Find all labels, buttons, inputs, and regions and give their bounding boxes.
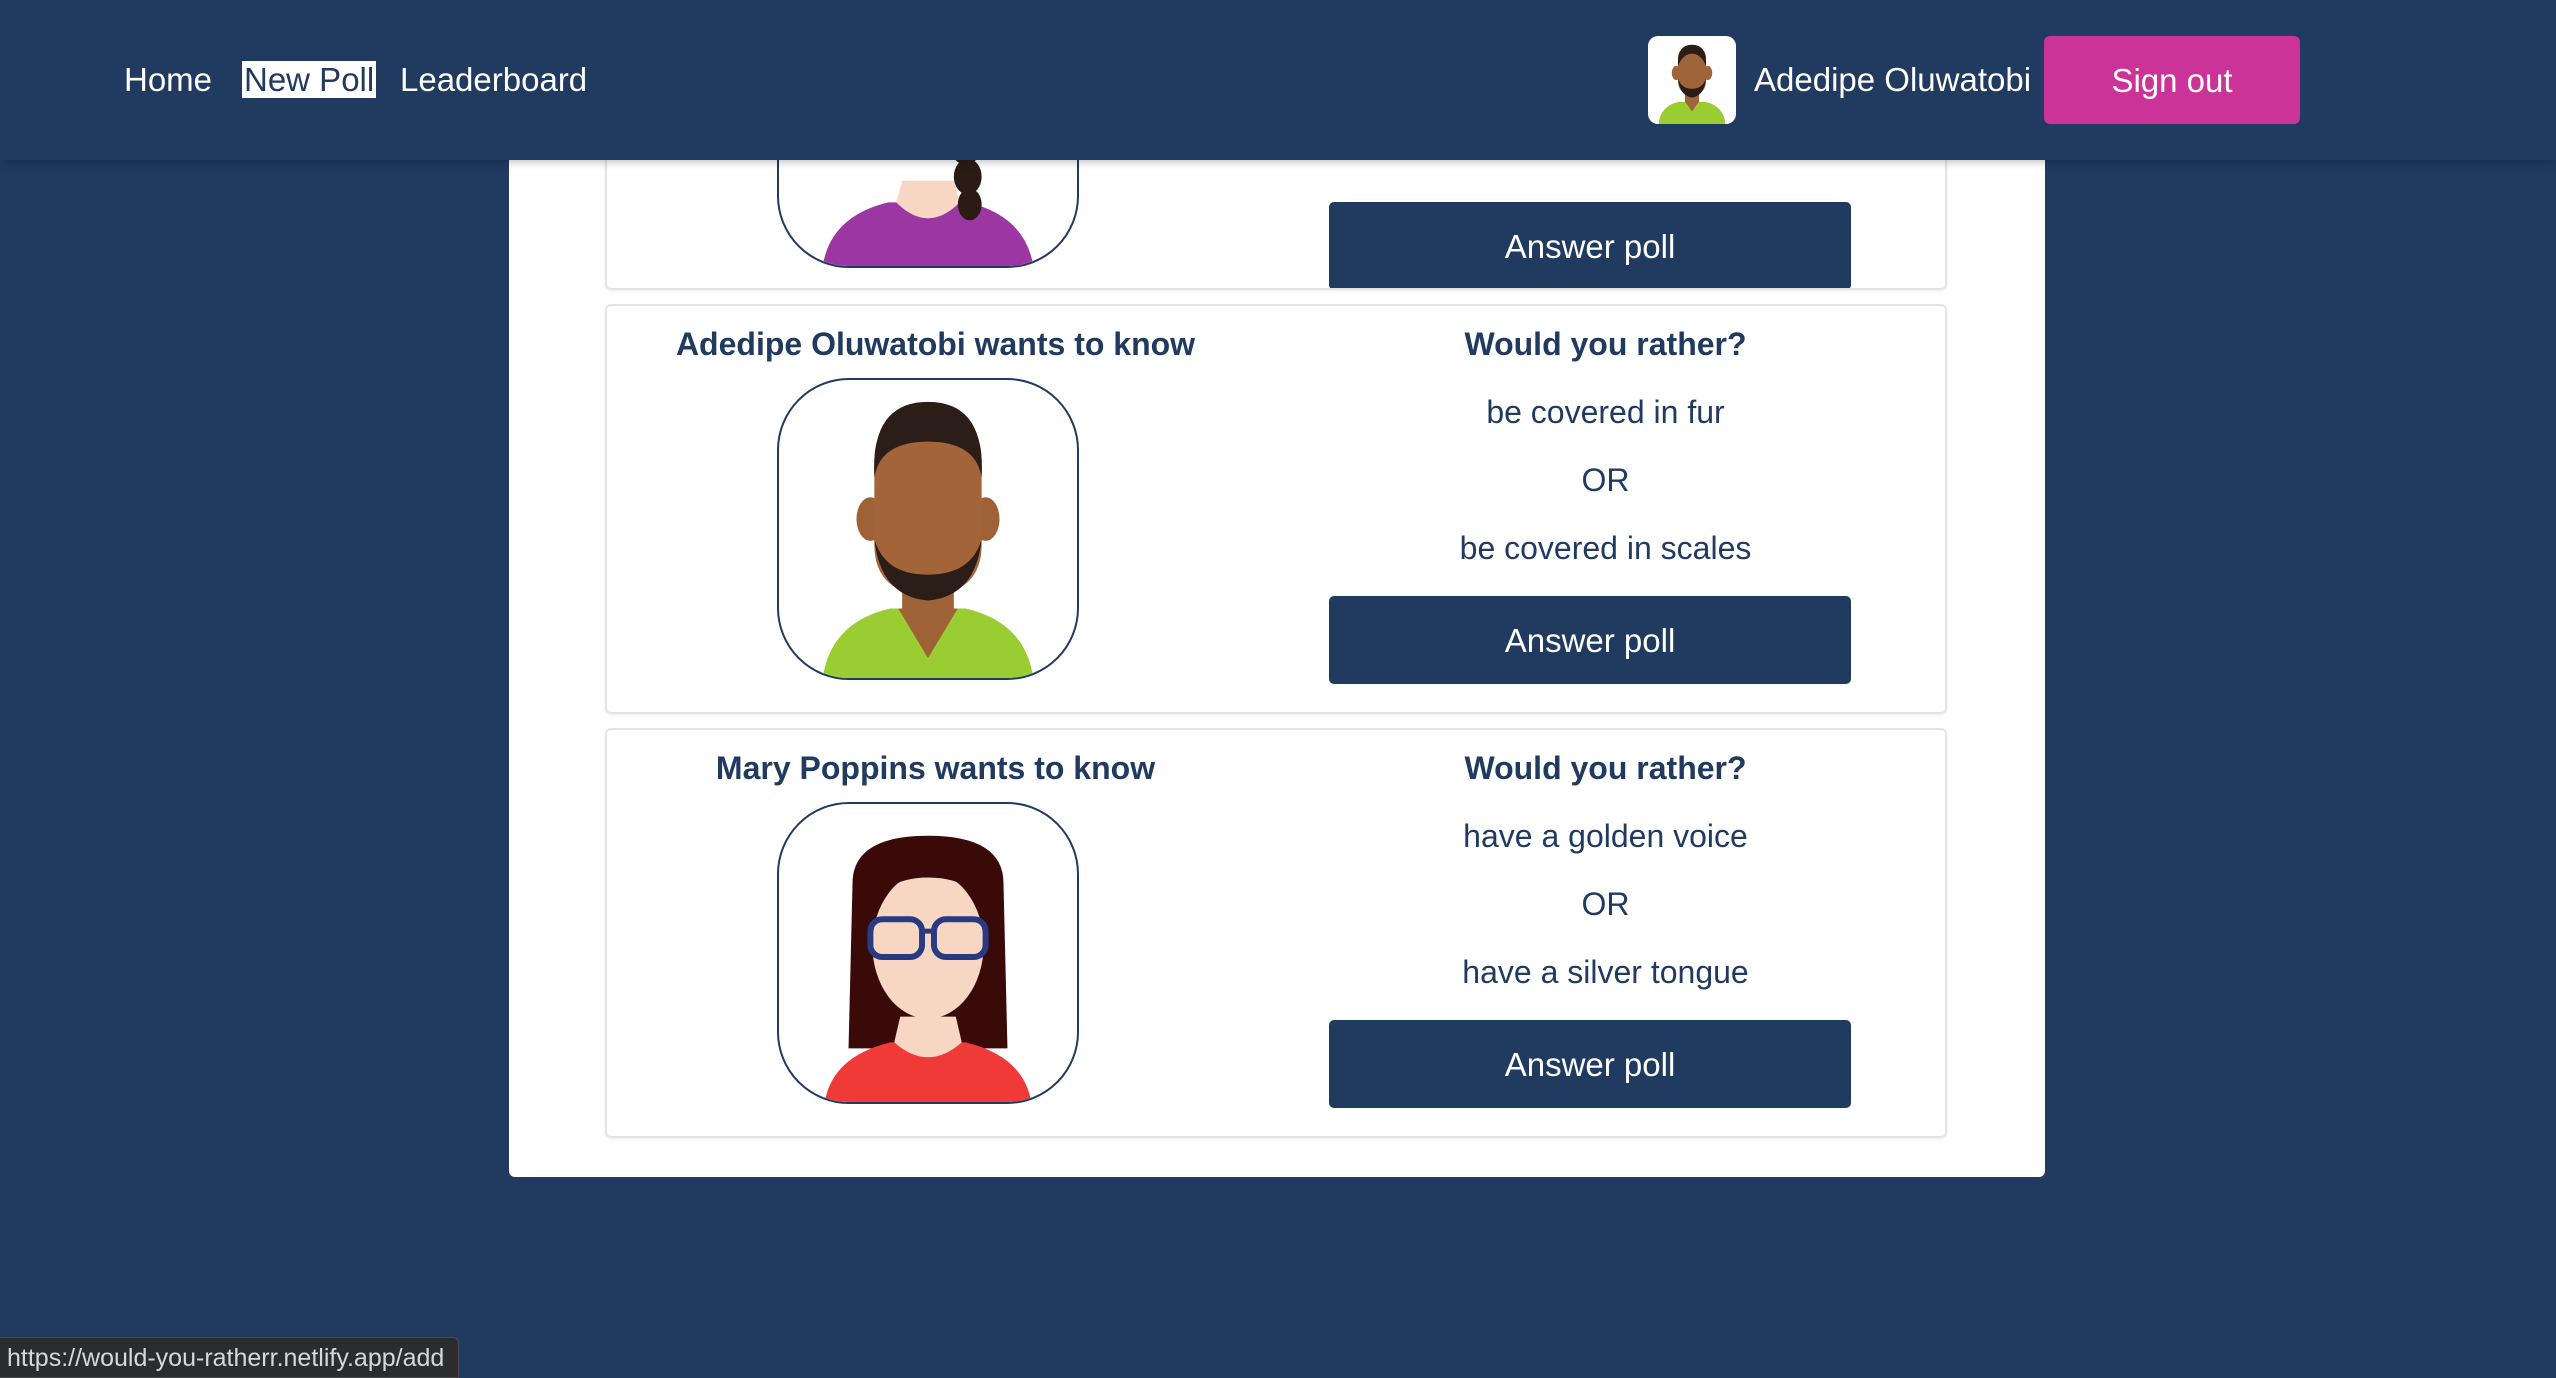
- nav-home-link[interactable]: Home: [124, 56, 212, 104]
- poll-option-a: have a golden voice: [1463, 818, 1748, 854]
- sign-out-button[interactable]: Sign out: [2044, 36, 2300, 124]
- nav-leaderboard-link[interactable]: Leaderboard: [400, 56, 587, 104]
- poll-card: Mary Poppins wants to know Would you rat…: [605, 728, 1947, 1138]
- poll-asker: Mary Poppins wants to know: [715, 750, 1156, 786]
- link-status-bar: https://would-you-ratherr.netlify.app/ad…: [0, 1337, 460, 1378]
- top-navbar: Home New Poll Leaderboard Adedipe Oluwat…: [0, 0, 2556, 160]
- poll-question: Would you rather?: [1464, 750, 1747, 786]
- poll-question-column: Would you rather? have a golden voice OR…: [1264, 730, 1945, 1136]
- poll-question-column: Would you rather? be covered in fur OR b…: [1264, 306, 1945, 712]
- poll-option-b: be covered in scales: [1459, 530, 1752, 566]
- nav-new-poll-label: New Poll: [242, 61, 377, 98]
- poll-or-separator: OR: [1581, 886, 1630, 922]
- poll-option-a: be covered in fur: [1486, 394, 1725, 430]
- user-name: Adedipe Oluwatobi: [1754, 61, 2032, 98]
- poll-asker: Adedipe Oluwatobi wants to know: [675, 326, 1196, 362]
- avatar-woman-glasses-icon: [777, 802, 1079, 1104]
- poll-or-separator: OR: [1581, 462, 1630, 498]
- answer-poll-button[interactable]: Answer poll: [1329, 1020, 1851, 1108]
- nav-new-poll-link[interactable]: New Poll: [242, 56, 377, 104]
- answer-poll-button[interactable]: Answer poll: [1329, 202, 1851, 288]
- user-avatar-icon: [1648, 36, 1736, 124]
- avatar-man-beard-icon: [777, 378, 1079, 680]
- poll-option-b: have a silver tongue: [1462, 954, 1749, 990]
- polls-panel: Answer poll Adedipe Oluwatobi wants to k…: [509, 0, 2045, 1177]
- poll-asker-column: Mary Poppins wants to know: [607, 730, 1264, 1136]
- poll-question: Would you rather?: [1464, 326, 1747, 362]
- answer-poll-button[interactable]: Answer poll: [1329, 596, 1851, 684]
- poll-asker-column: Adedipe Oluwatobi wants to know: [607, 306, 1264, 712]
- poll-card: Adedipe Oluwatobi wants to know Would yo…: [605, 304, 1947, 714]
